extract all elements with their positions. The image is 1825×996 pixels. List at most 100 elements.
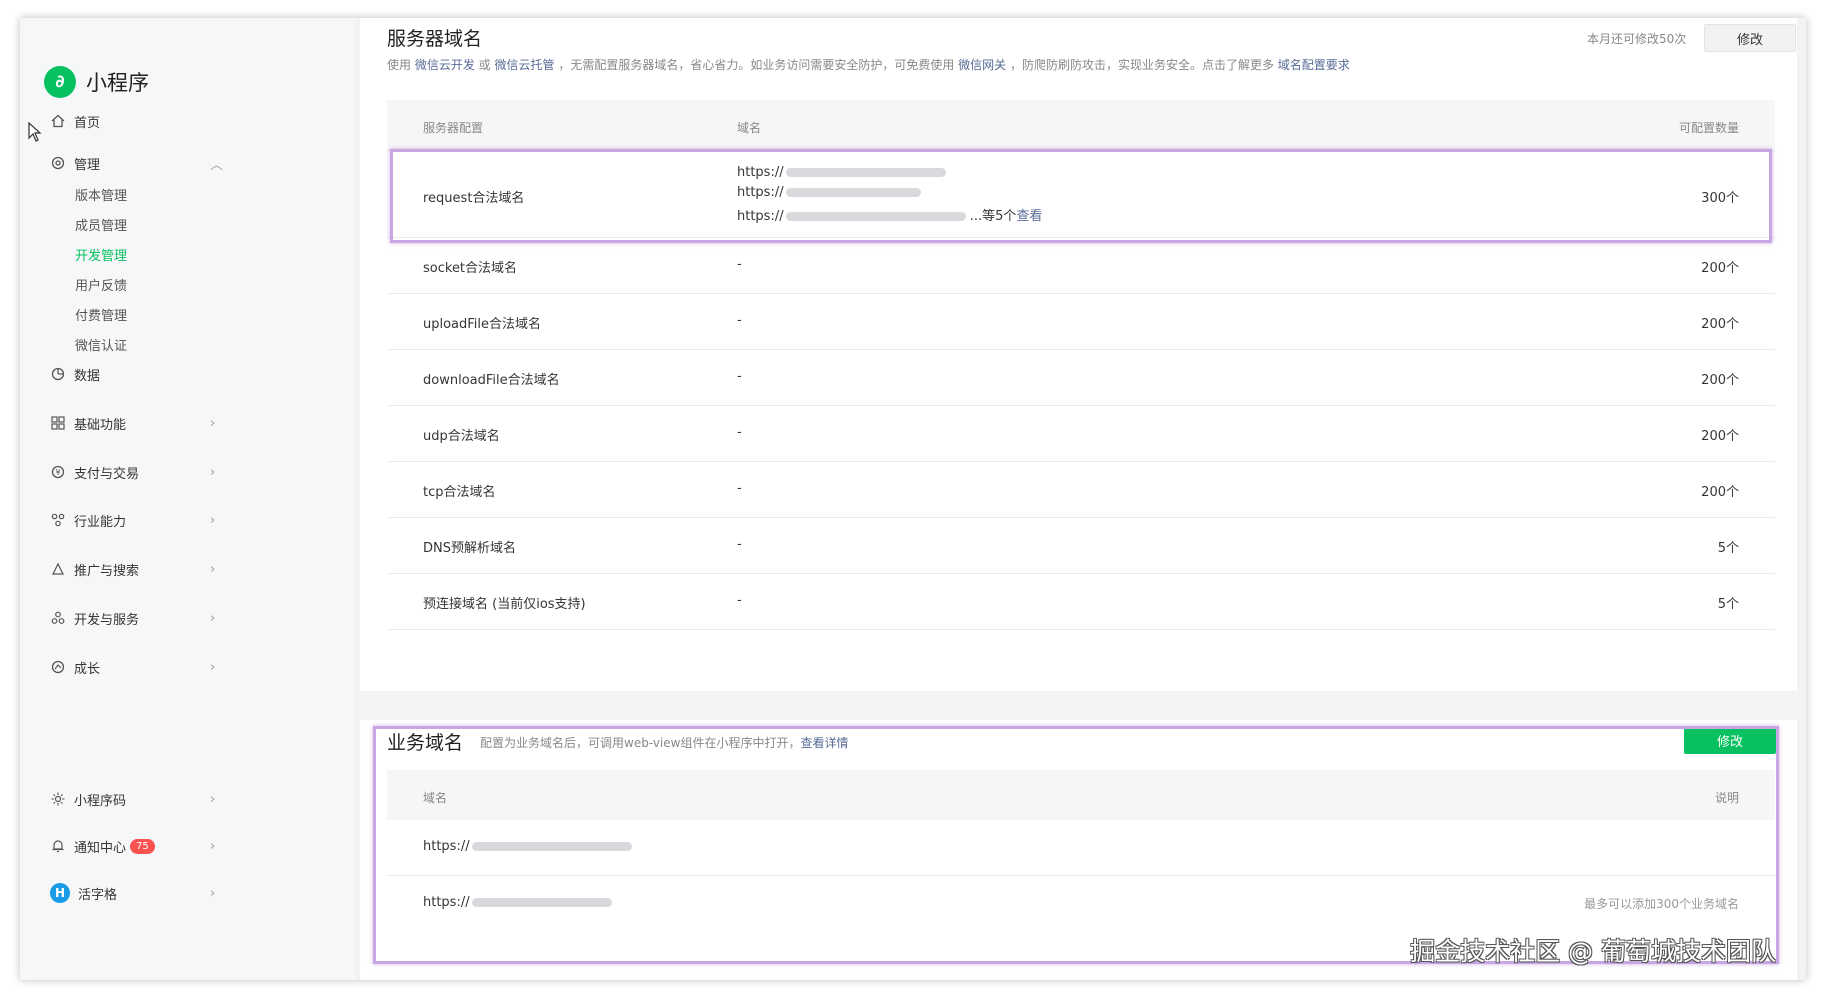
table-row-request: request合法域名 https:// https:// https:// .… [387,152,1775,238]
app-logo[interactable]: ∂ 小程序 [44,66,149,98]
sidebar-subitem-wechat-verify[interactable]: 微信认证 [75,335,127,354]
sidebar-item-label: 通知中心 [74,840,127,856]
sidebar-subitem-version[interactable]: 版本管理 [75,185,127,204]
sun-code-icon [50,791,66,807]
business-domain-title: 业务域名 [387,732,464,754]
table-row: downloadFile合法域名 - 200个 [387,350,1775,406]
sidebar-item-label: 小程序码 [74,793,127,809]
view-details-link[interactable]: 查看详情 [800,736,848,750]
chevron-right-icon: › [210,561,216,577]
sidebar-item-industry[interactable]: 行业能力 › [50,509,215,531]
domain-requirements-link[interactable]: 域名配置要求 [1278,58,1350,72]
row-domain: - [737,425,742,440]
table-row: udp合法域名 - 200个 [387,406,1775,462]
row-domain: - [737,481,742,496]
col-header-domain: 域名 [423,791,448,805]
table-row: 预连接域名 (当前仅ios支持) - 5个 [387,574,1775,630]
avatar: H [50,883,70,903]
row-count: 200个 [1701,429,1739,444]
promotion-icon [50,561,66,577]
col-header-note: 说明 [1714,791,1739,805]
sidebar-subitem-feedback[interactable]: 用户反馈 [75,275,127,294]
sidebar-item-label: 数据 [74,368,101,384]
sidebar-item-growth[interactable]: 成长 › [50,656,215,678]
row-config-name: socket合法域名 [423,261,518,276]
redacted-domain [471,842,632,851]
svg-text:¥: ¥ [55,468,60,477]
cloud-hosting-link[interactable]: 微信云托管 [494,58,554,72]
wechat-gateway-link[interactable]: 微信网关 [958,58,1006,72]
request-domain-3: https:// ...等5个查看 [737,205,1042,224]
row-domain: - [737,537,742,552]
sidebar-item-label: 开发与服务 [74,612,140,628]
table-row: tcp合法域名 - 200个 [387,462,1775,518]
sidebar-item-basic-features[interactable]: 基础功能 › [50,412,215,434]
desc-text: 配置为业务域名后，可调用web-view组件在小程序中打开， [480,736,801,750]
table-row: uploadFile合法域名 - 200个 [387,294,1775,350]
industry-icon [50,512,66,528]
business-domain-desc: 配置为业务域名后，可调用web-view组件在小程序中打开，查看详情 [480,734,848,751]
business-domain-edit-button[interactable]: 修改 [1684,726,1776,754]
chevron-right-icon: › [210,791,216,807]
grid-icon [50,415,66,431]
sidebar-item-qrcode[interactable]: 小程序码 › [50,788,215,810]
view-all-link[interactable]: 查看 [1016,209,1042,224]
sidebar-item-label: 支付与交易 [74,466,140,482]
row-count: 200个 [1701,261,1739,276]
mouse-cursor-icon [28,122,42,142]
server-domain-table-header: 服务器配置 域名 可配置数量 [387,100,1775,152]
table-row: DNS预解析域名 - 5个 [387,518,1775,574]
col-header-config: 服务器配置 [423,121,484,135]
row-config-name: request合法域名 [423,191,525,206]
bell-icon [50,838,66,854]
row-count: 200个 [1701,485,1739,500]
sidebar-item-payment-trade[interactable]: ¥ 支付与交易 › [50,461,215,483]
limit-note: 最多可以添加300个业务域名 [1584,897,1739,911]
server-domain-desc: 使用 微信云开发 或 微信云托管 ，无需配置服务器域名，省心省力。如业务访问需要… [387,56,1350,73]
sidebar-item-notifications[interactable]: 通知中心 75 › [50,835,215,857]
row-domain: - [737,313,742,328]
sidebar-item-account[interactable]: H 活字格 › [50,882,215,904]
row-config-name: downloadFile合法域名 [423,373,560,388]
app-name: 小程序 [86,71,149,95]
chevron-right-icon: › [210,512,216,528]
cloud-dev-link[interactable]: 微信云开发 [415,58,475,72]
desc-text: 或 [474,58,495,72]
row-count: 200个 [1701,373,1739,388]
chevron-right-icon: › [210,659,216,675]
row-domain: https:// [423,895,612,910]
server-domain-edit-button[interactable]: 修改 [1704,24,1796,52]
row-config-name: udp合法域名 [423,429,500,444]
gear-icon [50,155,66,171]
sidebar-item-data[interactable]: 数据 [50,363,100,385]
sidebar: ∂ 小程序 首页 管理 ︿ 版本管理 成员管理 开发管理 用户反馈 付费管理 微… [20,18,355,980]
server-domain-title: 服务器域名 [387,28,483,50]
sidebar-item-dev-service[interactable]: 开发与服务 › [50,607,215,629]
sidebar-item-manage[interactable]: 管理 ︿ [50,152,223,174]
sidebar-subitem-payment[interactable]: 付费管理 [75,305,127,324]
redacted-domain [785,212,966,221]
chevron-right-icon: › [210,415,216,431]
row-domain: - [737,257,742,272]
yen-icon: ¥ [50,464,66,480]
server-domain-card: 服务器域名 使用 微信云开发 或 微信云托管 ，无需配置服务器域名，省心省力。如… [360,18,1797,691]
chevron-right-icon: › [210,885,216,901]
col-header-domain: 域名 [737,121,762,135]
more-count-text: ...等5个 [969,209,1017,224]
desc-text: 使用 [387,58,415,72]
remaining-edits-text: 本月还可修改50次 [1587,32,1687,46]
sidebar-subitem-members[interactable]: 成员管理 [75,215,127,234]
col-header-count: 可配置数量 [1678,121,1739,135]
sidebar-item-home[interactable]: 首页 [50,110,100,132]
row-count: 300个 [1701,191,1739,206]
url-prefix: https:// [423,839,470,854]
url-prefix: https:// [737,185,784,200]
url-prefix: https:// [423,895,470,910]
redacted-domain [471,898,612,907]
sidebar-item-promotion-search[interactable]: 推广与搜索 › [50,558,215,580]
sidebar-subitem-dev-manage[interactable]: 开发管理 [75,245,127,264]
app-window: ∂ 小程序 首页 管理 ︿ 版本管理 成员管理 开发管理 用户反馈 付费管理 微… [20,18,1806,980]
redacted-domain [785,188,921,197]
row-config-name: uploadFile合法域名 [423,317,542,332]
sidebar-item-label: 首页 [74,115,101,131]
